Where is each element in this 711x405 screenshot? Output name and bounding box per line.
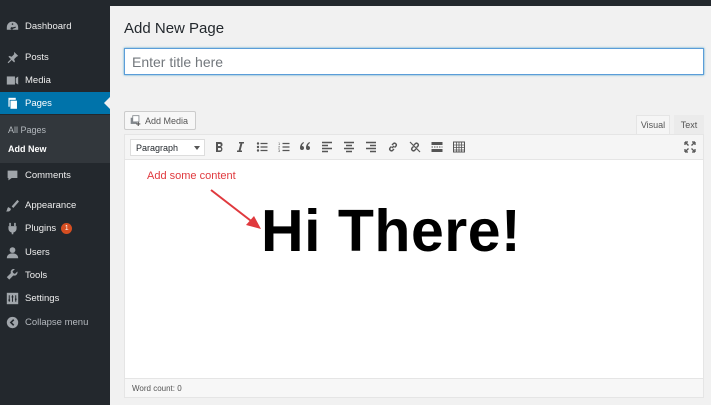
submenu-item-all-pages[interactable]: All Pages [8,125,46,135]
sidebar-item-settings[interactable]: Settings [0,287,110,309]
svg-text:3: 3 [278,148,281,153]
editor-content-area[interactable]: Add some content Hi There! [125,161,703,379]
chevron-down-icon [194,146,200,150]
page-title: Add New Page [124,20,225,37]
content-editor: Paragraph 123 Add some content Hi There!… [124,134,704,398]
pages-icon [8,97,18,110]
read-more-icon [431,142,443,152]
format-select-value: Paragraph [136,142,179,153]
bullet-list-icon [256,142,268,152]
format-select[interactable]: Paragraph [130,139,205,156]
align-left-icon [322,141,332,153]
numbered-list-button[interactable]: 123 [277,140,291,154]
sidebar-item-label: Media [25,74,51,86]
align-left-button[interactable] [320,140,334,154]
sidebar-item-label: Pages [25,97,52,109]
word-count: Word count: 0 [132,383,182,393]
post-title-input[interactable] [124,48,704,75]
submenu-item-add-new[interactable]: Add New [8,144,47,154]
sidebar-item-label: Comments [25,169,71,181]
fullscreen-button[interactable] [683,140,697,154]
align-center-icon [344,141,354,153]
users-icon [6,246,19,258]
sidebar-item-dashboard[interactable]: Dashboard [0,15,110,37]
blockquote-button[interactable] [298,140,312,154]
comment-icon [7,170,18,180]
wrench-icon [6,268,18,280]
add-media-label: Add Media [145,115,189,126]
remove-link-button[interactable] [408,140,422,154]
tab-text[interactable]: Text [674,115,704,134]
settings-icon [6,292,19,304]
sidebar-item-media[interactable]: Media [0,69,110,91]
editor-status-bar: Word count: 0 [125,378,703,397]
sidebar-item-label: Settings [25,292,60,304]
align-center-button[interactable] [342,140,356,154]
quote-icon [300,142,310,150]
content-heading: Hi There! [261,198,522,264]
current-indicator [104,97,110,109]
sidebar-item-label: Users [25,246,50,258]
add-media-button[interactable]: Add Media [124,111,196,130]
tab-visual[interactable]: Visual [636,115,670,134]
insert-link-button[interactable] [386,140,400,154]
pages-submenu: All Pages Add New [0,115,110,163]
sidebar-item-posts[interactable]: Posts [0,46,110,68]
sidebar-item-appearance[interactable]: Appearance [0,194,110,216]
sidebar-item-label: Posts [25,51,49,63]
dashboard-icon [6,21,19,30]
fullscreen-icon [684,141,696,153]
italic-button[interactable] [233,140,247,154]
kitchen-sink-icon [453,141,465,153]
sidebar-item-plugins[interactable]: Plugins 1 [0,217,110,239]
sidebar-item-label: Tools [25,269,48,281]
pin-icon [7,51,19,63]
plugin-icon [8,222,17,234]
sidebar-item-pages[interactable]: Pages [0,92,110,114]
link-icon [389,142,397,152]
brush-icon [6,199,19,211]
sidebar-item-tools[interactable]: Tools [0,264,110,286]
media-icon [6,75,19,85]
annotation-arrow-icon [210,189,261,229]
sidebar-item-label: Collapse menu [25,316,89,328]
toolbar-toggle-button[interactable] [452,140,466,154]
sidebar-item-label: Plugins [25,222,57,234]
insert-more-button[interactable] [430,140,444,154]
add-media-icon [130,115,141,126]
plugin-update-badge: 1 [61,222,73,234]
editor-toolbar: Paragraph 123 [125,135,703,160]
admin-sidebar: Dashboard Posts Media Pages All Pages Ad… [0,0,110,405]
sidebar-item-label: Appearance [25,199,77,211]
bold-icon [216,141,223,152]
sidebar-item-comments[interactable]: Comments [0,164,110,186]
annotation-label: Add some content [147,170,236,182]
collapse-icon [6,316,19,328]
bullet-list-button[interactable] [255,140,269,154]
align-right-button[interactable] [364,140,378,154]
bold-button[interactable] [212,140,226,154]
sidebar-item-label: Dashboard [25,20,72,32]
italic-icon [237,142,244,152]
align-right-icon [366,141,376,153]
sidebar-item-users[interactable]: Users [0,241,110,263]
unlink-icon [409,141,421,153]
collapse-menu-button[interactable]: Collapse menu [0,311,110,333]
numbered-list-icon: 123 [278,141,290,153]
